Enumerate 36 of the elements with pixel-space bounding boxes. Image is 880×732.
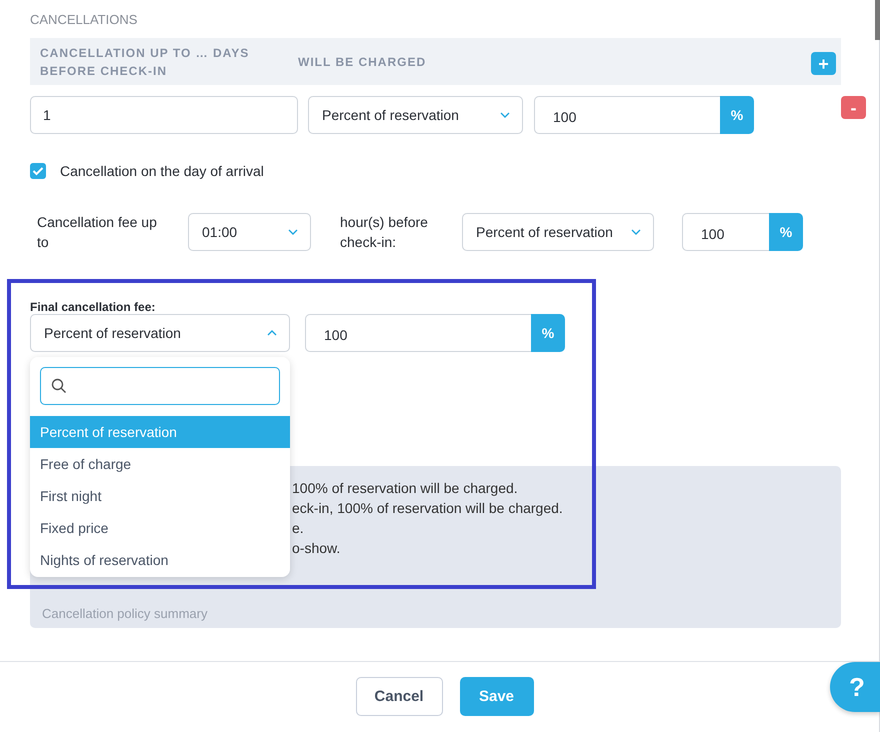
input-field[interactable]: 1	[30, 96, 298, 134]
dropdown-option[interactable]: First night	[30, 480, 290, 512]
search-icon	[51, 378, 67, 394]
section-title: CANCELLATIONS	[30, 11, 138, 29]
input-field[interactable]: 100	[682, 213, 769, 251]
field-label: Cancellation fee up to	[37, 213, 158, 252]
select-field[interactable]: 01:00	[188, 213, 311, 251]
select-field[interactable]: Percent of reservation	[30, 314, 290, 352]
caret-icon	[631, 229, 641, 235]
summary-text: e.	[292, 519, 305, 538]
unit-addon: %	[769, 213, 803, 251]
input-field[interactable]: 100	[534, 96, 720, 134]
input-field[interactable]: 100	[305, 314, 531, 352]
checkbox-label: Cancellation on the day of arrival	[60, 163, 264, 179]
cancel-button[interactable]: Cancel	[356, 677, 442, 716]
field-label: hour(s) before check-in:	[340, 213, 429, 252]
unit-addon: %	[531, 314, 565, 352]
caret-icon	[267, 330, 277, 336]
select-field[interactable]: Percent of reservation	[462, 213, 654, 251]
summary-caption: Cancellation policy summary	[42, 606, 208, 621]
search-field[interactable]	[40, 367, 280, 405]
summary-text: 100% of reservation will be charged.	[292, 479, 519, 498]
dropdown-option[interactable]: Fixed price	[30, 512, 290, 544]
checkbox[interactable]	[30, 163, 46, 179]
select-field[interactable]: Percent of reservation	[308, 96, 523, 134]
caret-icon	[500, 112, 510, 118]
scrollbar[interactable]	[875, 0, 880, 40]
column-header: WILL BE CHARGED	[298, 54, 426, 70]
summary-text: o-show.	[292, 539, 342, 558]
dropdown-option[interactable]: Free of charge	[30, 448, 290, 480]
unit-addon: %	[720, 96, 754, 134]
caret-icon	[288, 229, 298, 235]
column-header: CANCELLATION UP TO … DAYS BEFORE CHECK-IN	[40, 44, 250, 80]
dropdown-option[interactable]: Nights of reservation	[30, 544, 290, 576]
summary-text: eck-in, 100% of reservation will be charged.	[292, 499, 564, 518]
field-label: Final cancellation fee:	[30, 300, 156, 314]
